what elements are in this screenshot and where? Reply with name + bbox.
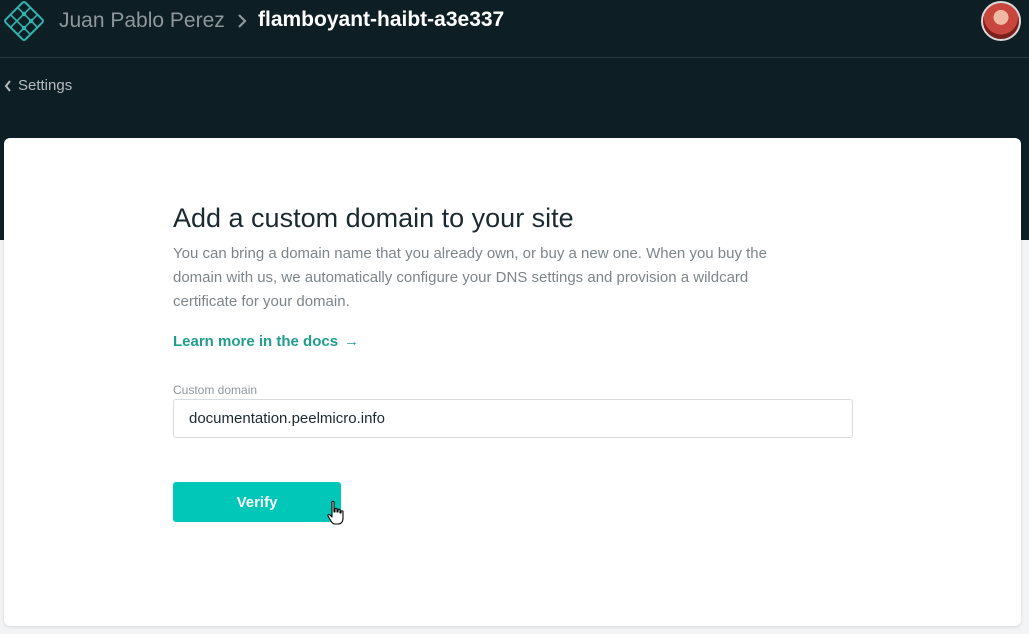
page-title: Add a custom domain to your site [173, 203, 574, 233]
back-link-label: Settings [18, 77, 73, 94]
back-to-settings-link[interactable]: Settings [4, 77, 72, 94]
chevron-left-icon [4, 79, 12, 92]
custom-domain-label: Custom domain [173, 383, 258, 397]
custom-domain-card: Add a custom domain to your site You can… [4, 138, 1021, 626]
description-text: You can bring a domain name that you alr… [173, 245, 767, 310]
card-content: Add a custom domain to your site You can… [173, 200, 853, 522]
verify-button[interactable]: Verify [173, 482, 341, 522]
breadcrumb-site-name[interactable]: flamboyant-haibt-a3e337 [258, 8, 504, 32]
chevron-right-icon [235, 12, 249, 30]
learn-more-docs-link[interactable]: Learn more in the docs → [173, 333, 359, 350]
docs-link-label: Learn more in the docs [173, 333, 339, 350]
arrow-right-icon: → [344, 333, 360, 350]
user-avatar[interactable] [981, 1, 1021, 41]
page: Juan Pablo Perez flamboyant-haibt-a3e337… [0, 0, 1029, 634]
breadcrumb-owner[interactable]: Juan Pablo Perez [59, 9, 225, 33]
custom-domain-input[interactable] [173, 399, 853, 438]
netlify-logo-icon[interactable] [4, 1, 44, 41]
top-bar: Juan Pablo Perez flamboyant-haibt-a3e337 [0, 0, 1029, 58]
